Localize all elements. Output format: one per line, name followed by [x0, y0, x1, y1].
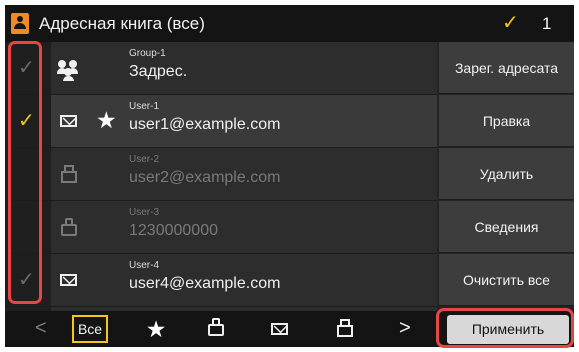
delete-button[interactable]: Удалить [439, 148, 574, 200]
row-address: user2@example.com [129, 169, 281, 186]
list-item: User-3 1230000000 [5, 201, 437, 254]
list-item[interactable]: ✓ Group-1 Задрес. [5, 42, 437, 95]
details-button[interactable]: Сведения [439, 201, 574, 253]
group-icon [57, 57, 81, 81]
envelope-icon [57, 110, 81, 132]
highlight-apply-button [436, 308, 574, 348]
row-address: 1230000000 [129, 222, 218, 239]
action-panel: Зарег. адресата Правка Удалить Сведения … [437, 42, 574, 311]
envelope-icon [57, 269, 81, 291]
header-bar: Адресная книга (все) ✓ 1 [5, 5, 574, 42]
address-list: ✓ Group-1 Задрес. ✓ ★ User-1 user1@examp… [5, 42, 437, 311]
row-name: User-1 [129, 101, 160, 112]
filter-favorites-star-icon[interactable]: ★ [141, 316, 171, 342]
address-book-icon [11, 13, 29, 34]
clear-all-button[interactable]: Очистить все [439, 254, 574, 306]
file-server-icon [57, 216, 81, 238]
filter-email-envelope-icon[interactable] [266, 316, 296, 342]
fax-icon [57, 163, 81, 185]
address-book-screen: Адресная книга (все) ✓ 1 ✓ Group-1 Задре… [5, 5, 574, 347]
page-title: Адресная книга (все) [39, 14, 205, 33]
prev-page-button[interactable]: < [35, 317, 47, 340]
list-item[interactable]: ✓ User-4 user4@example.com [5, 254, 437, 307]
list-item[interactable]: ✓ ★ User-1 user1@example.com [5, 95, 437, 148]
row-name: User-3 [129, 207, 160, 218]
row-address: user1@example.com [129, 116, 281, 133]
selected-checkmark-icon: ✓ [502, 12, 519, 34]
row-address: Задрес. [129, 63, 188, 80]
filter-server-icon[interactable] [204, 316, 234, 342]
filter-all-button[interactable]: Все [72, 315, 108, 343]
register-destination-button[interactable]: Зарег. адресата [439, 42, 574, 94]
highlight-checkbox-column [8, 41, 42, 304]
row-address: user4@example.com [129, 275, 281, 292]
filter-fax-icon[interactable] [330, 316, 360, 342]
selected-count: 1 [542, 14, 552, 33]
row-name: Group-1 [129, 48, 166, 59]
list-item: User-2 user2@example.com [5, 148, 437, 201]
row-name: User-4 [129, 260, 160, 271]
edit-button[interactable]: Правка [439, 95, 574, 147]
row-name: User-2 [129, 154, 160, 165]
next-page-button[interactable]: > [399, 317, 411, 340]
star-icon: ★ [96, 107, 117, 133]
